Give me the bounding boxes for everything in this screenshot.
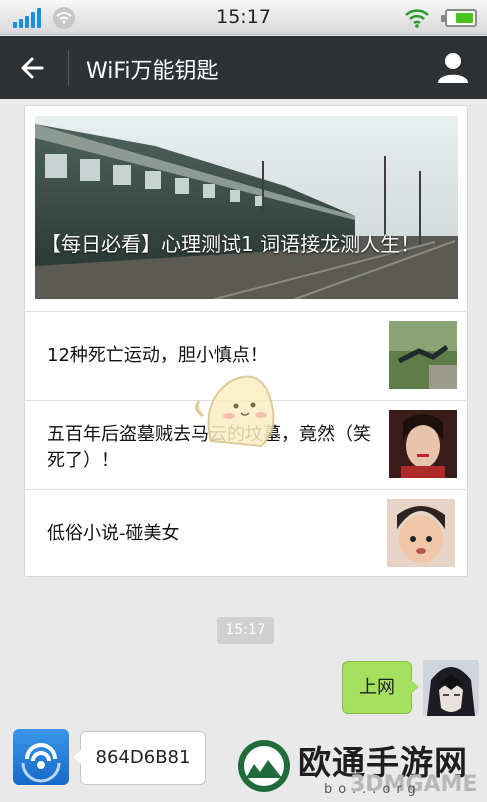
train-photo: [35, 116, 458, 299]
nav-bar: WiFi万能钥匙: [0, 36, 487, 99]
news-thumbnail: [387, 499, 455, 567]
user-avatar[interactable]: [423, 660, 479, 716]
wifi-connected-icon: [405, 9, 429, 28]
watermark-domain: bo...org: [324, 782, 422, 797]
watermark-logo: [238, 740, 290, 792]
wifi-key-app-avatar[interactable]: [13, 729, 69, 785]
nav-divider: [68, 50, 69, 86]
news-thumbnail: [389, 410, 457, 478]
news-card: 【每日必看】心理测试1 词语接龙测人生！ 12种死亡运动，胆小慎点！ 五百年后盗…: [24, 105, 468, 577]
status-bar: 15:17: [0, 0, 487, 35]
received-message-bubble[interactable]: 864D6B81: [73, 731, 206, 785]
news-item[interactable]: 低俗小说-碰美女: [25, 489, 467, 578]
mascot-sticker: [195, 375, 275, 448]
person-icon[interactable]: [434, 50, 472, 86]
wifi-key-icon: [21, 743, 61, 783]
sent-message-bubble[interactable]: 上网: [342, 661, 419, 714]
battery-icon: [441, 9, 477, 27]
news-thumbnail: [389, 321, 457, 389]
news-item-title: 低俗小说-碰美女: [47, 523, 180, 544]
hero-article[interactable]: 【每日必看】心理测试1 词语接龙测人生！: [35, 116, 458, 299]
chat-timestamp: 15:17: [217, 617, 274, 644]
arrow-left-icon[interactable]: [14, 50, 56, 86]
page-title: WiFi万能钥匙: [86, 59, 219, 84]
hero-title: 【每日必看】心理测试1 词语接龙测人生！: [41, 232, 421, 256]
